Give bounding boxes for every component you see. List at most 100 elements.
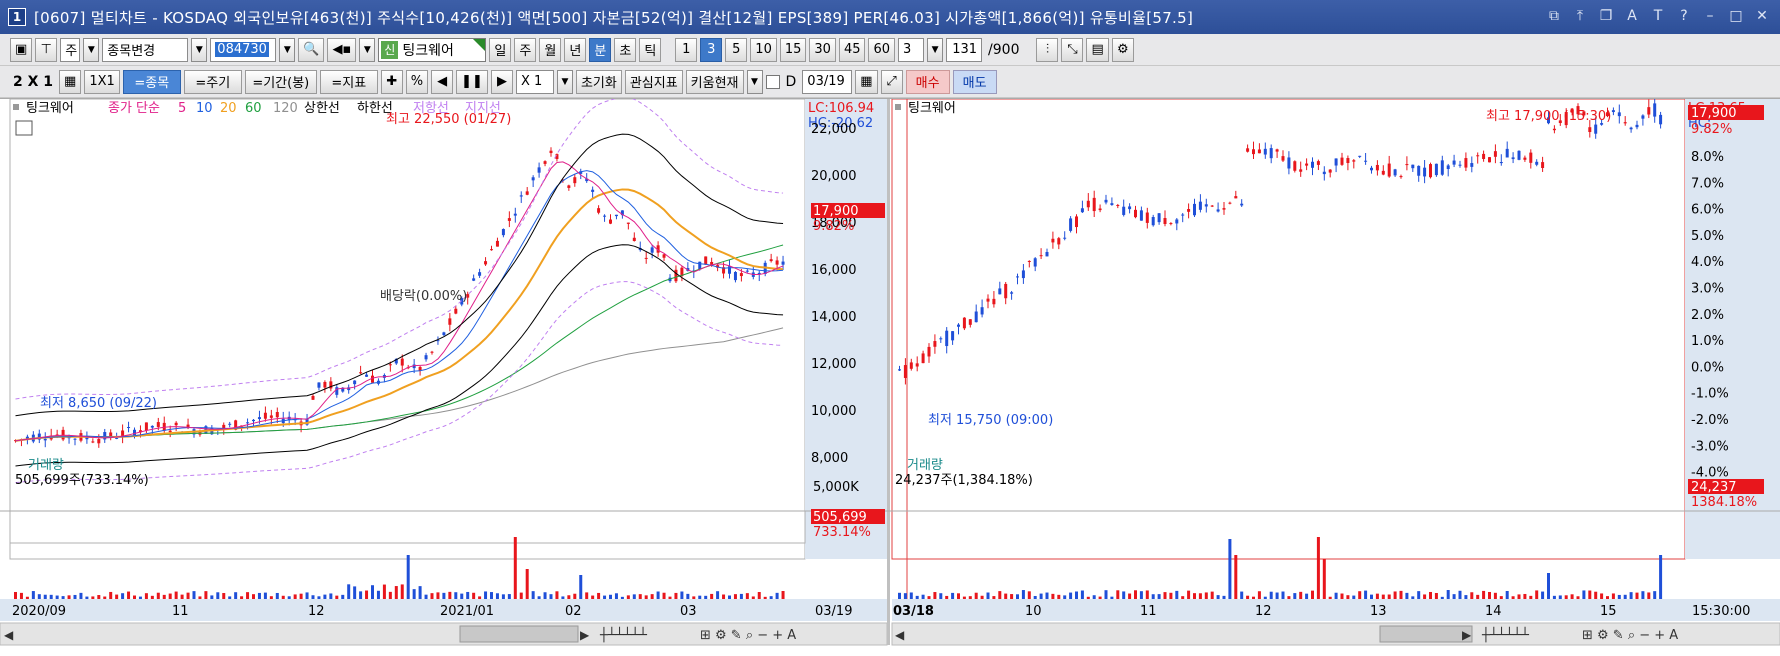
scroll-left-icon[interactable]: ◀ xyxy=(895,628,905,642)
layout-grid-label[interactable]: 2 X 1 xyxy=(10,74,56,90)
volume-bar xyxy=(1417,591,1421,599)
table-icon[interactable] xyxy=(15,120,33,136)
volume-bar xyxy=(728,595,731,599)
scroll-left-icon[interactable]: ◀ xyxy=(431,69,454,94)
volume-bar xyxy=(180,594,184,599)
left-scroll-thumb[interactable] xyxy=(459,625,579,643)
pin-icon[interactable]: ⊤ xyxy=(35,37,58,62)
save-icon[interactable]: ▤ xyxy=(1086,37,1109,62)
chart-tool-icon[interactable]: ⤢ xyxy=(880,69,903,94)
period-year[interactable]: 년 xyxy=(564,37,587,62)
grid-icon[interactable]: ▦ xyxy=(59,69,82,94)
period-week[interactable]: 주 xyxy=(514,37,537,62)
percent-button[interactable]: % xyxy=(405,69,429,94)
kiwoom-current-button[interactable]: 키움현재 xyxy=(685,69,744,94)
right-scroll-thumb[interactable] xyxy=(1379,625,1473,643)
font-size-icon[interactable]: A xyxy=(1622,6,1642,26)
volume-bar xyxy=(460,593,464,599)
crosshair-icon[interactable]: ✚ xyxy=(380,69,403,94)
candle-body xyxy=(1440,160,1444,175)
chevron-down-icon[interactable]: ▼ xyxy=(746,69,763,94)
chevron-down-icon[interactable]: ▼ xyxy=(556,69,573,94)
volume-bar xyxy=(1617,594,1621,599)
candle-body xyxy=(1263,148,1267,155)
interest-indicator-button[interactable]: 관심지표 xyxy=(624,69,683,94)
candle-body xyxy=(1529,152,1533,163)
chevron-down-icon[interactable]: ▼ xyxy=(359,37,376,62)
layout-1x1-button[interactable]: 1X1 xyxy=(84,69,120,94)
sync-range-button[interactable]: =기간(봉) xyxy=(244,69,317,94)
interval-60[interactable]: 60 xyxy=(868,37,896,62)
chevron-down-icon[interactable]: ▼ xyxy=(279,37,296,62)
chevron-down-icon[interactable]: ▼ xyxy=(927,37,944,62)
help-icon[interactable]: ? xyxy=(1674,6,1694,26)
sync-period-button[interactable]: =주기 xyxy=(183,69,242,94)
interval-input[interactable]: 3 xyxy=(898,37,925,62)
split-divider[interactable] xyxy=(887,99,890,645)
pause-icon[interactable]: ❚❚ xyxy=(456,69,488,94)
minimize-button[interactable]: – xyxy=(1700,6,1720,26)
chevron-down-icon[interactable]: ▼ xyxy=(83,37,100,62)
calendar-icon[interactable]: ▦ xyxy=(855,69,878,94)
volume-bar xyxy=(430,593,434,599)
interval-3[interactable]: 3 xyxy=(700,37,723,62)
sell-button[interactable]: 매도 xyxy=(952,69,997,94)
volume-bar xyxy=(1163,592,1167,599)
zoom-slider-icon[interactable]: ┼┴┴┴┴┴ xyxy=(599,626,647,643)
interval-15[interactable]: 15 xyxy=(779,37,807,62)
count-input[interactable]: 131 xyxy=(946,37,983,62)
mode-select[interactable]: 주 xyxy=(60,37,81,62)
scroll-right-icon[interactable]: ▶ xyxy=(580,628,590,642)
scroll-right-icon[interactable]: ▶ xyxy=(1462,628,1472,642)
period-tick[interactable]: 틱 xyxy=(639,37,662,62)
volume-bar xyxy=(484,591,488,599)
search-icon[interactable]: 🔍 xyxy=(298,37,325,62)
gear-icon[interactable]: ⚙ xyxy=(1111,37,1134,62)
interval-5[interactable]: 5 xyxy=(725,37,748,62)
left-tools-icons[interactable]: ⊞ ⚙ ✎ ⌕ − + A xyxy=(700,628,796,643)
period-second[interactable]: 초 xyxy=(614,37,637,62)
stock-code-input[interactable]: 084730 xyxy=(210,37,277,62)
period-minute[interactable]: 분 xyxy=(589,37,612,62)
interval-45[interactable]: 45 xyxy=(838,37,866,62)
period-day[interactable]: 일 xyxy=(489,37,512,62)
indicator-icon[interactable]: ⫶ xyxy=(1036,37,1059,62)
date-input[interactable]: 03/19 xyxy=(802,69,853,94)
pin-top-icon[interactable]: ⤒ xyxy=(1570,6,1590,26)
buy-button[interactable]: 매수 xyxy=(905,69,950,94)
charts-canvas[interactable]: 팅크웨어 종가 단순 5 10 20 60 120 상한선 하한선 저항선 지지… xyxy=(0,96,1780,656)
speaker-icon[interactable]: ◀▪ xyxy=(327,37,357,62)
stock-name-field[interactable]: 신 팅크웨어 xyxy=(378,37,487,62)
chevron-down-icon[interactable]: ▼ xyxy=(191,37,208,62)
right-legend-name[interactable]: 팅크웨어 xyxy=(908,101,956,116)
right-tools-icons[interactable]: ⊞ ⚙ ✎ ⌕ − + A xyxy=(1582,628,1678,643)
link-icon[interactable]: ⧉ xyxy=(1544,6,1564,26)
left-legend-name[interactable]: 팅크웨어 xyxy=(26,101,74,116)
period-month[interactable]: 월 xyxy=(539,37,562,62)
candle-body xyxy=(945,330,949,347)
volume-bar xyxy=(1405,592,1409,599)
text-icon[interactable]: T xyxy=(1648,6,1668,26)
sync-stock-button[interactable]: =종목 xyxy=(122,69,181,94)
sync-indicator-button[interactable]: =지표 xyxy=(319,69,378,94)
zoom-slider-icon[interactable]: ┼┴┴┴┴┴ xyxy=(1481,626,1529,643)
interval-1[interactable]: 1 xyxy=(675,37,698,62)
volume-bar xyxy=(1016,594,1019,599)
interval-30[interactable]: 30 xyxy=(809,37,836,62)
change-select[interactable]: 종목변경 xyxy=(102,37,189,62)
close-button[interactable]: ✕ xyxy=(1752,6,1772,26)
layout-icon[interactable]: ▣ xyxy=(10,37,33,62)
interval-10[interactable]: 10 xyxy=(750,37,777,62)
window-copy-icon[interactable]: ❐ xyxy=(1596,6,1616,26)
maximize-button[interactable]: □ xyxy=(1726,6,1746,26)
left-volume-tag-pct: 733.14% xyxy=(813,525,871,540)
volume-bar xyxy=(1075,591,1078,599)
reset-button[interactable]: 초기화 xyxy=(575,69,622,94)
date-checkbox[interactable] xyxy=(765,74,780,89)
volume-bar xyxy=(1623,594,1627,599)
candle-body xyxy=(597,208,601,213)
scroll-right-icon[interactable]: ▶ xyxy=(490,69,513,94)
tool-icon[interactable]: ⤡ xyxy=(1061,37,1084,62)
zoom-select[interactable]: X 1 xyxy=(515,69,554,94)
scroll-left-icon[interactable]: ◀ xyxy=(4,628,14,642)
